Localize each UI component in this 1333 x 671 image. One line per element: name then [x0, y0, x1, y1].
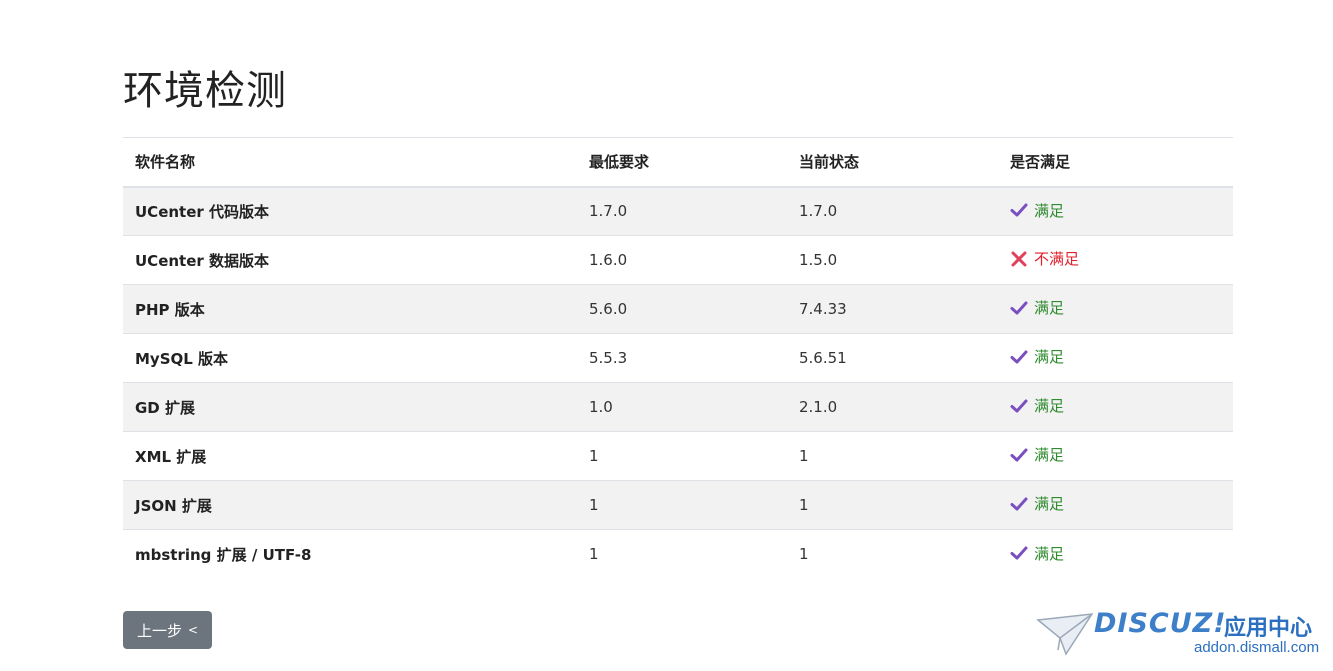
min-required: 5.5.3	[577, 333, 787, 383]
page-title: 环境检测	[123, 68, 287, 114]
current-status: 1	[787, 529, 998, 579]
software-name: MySQL 版本	[123, 333, 577, 383]
satisfied-cell: 满足	[998, 333, 1233, 383]
current-status: 1	[787, 431, 998, 481]
satisfied-cell: 满足	[998, 284, 1233, 334]
current-status: 5.6.51	[787, 333, 998, 383]
watermark-title: 应用中心	[1224, 616, 1313, 641]
header-min-required: 最低要求	[577, 137, 787, 188]
status-badge: 满足	[1010, 200, 1064, 221]
status-text: 满足	[1034, 544, 1065, 563]
header-satisfied: 是否满足	[998, 137, 1233, 188]
watermark-logo: DISCUZ!	[1094, 608, 1227, 639]
status-badge: 满足	[1010, 297, 1064, 318]
check-icon	[1010, 495, 1028, 513]
software-name: UCenter 数据版本	[123, 235, 577, 285]
status-badge: 满足	[1010, 493, 1064, 514]
table-row: UCenter 代码版本 1.7.0 1.7.0 满足	[123, 186, 1233, 236]
current-status: 1	[787, 480, 998, 530]
software-name: XML 扩展	[123, 431, 577, 481]
satisfied-cell: 满足	[998, 529, 1233, 579]
current-status: 1.7.0	[787, 186, 998, 236]
satisfied-cell: 满足	[998, 431, 1233, 481]
status-badge: 满足	[1010, 395, 1064, 416]
software-name: UCenter 代码版本	[123, 186, 577, 236]
satisfied-cell: 满足	[998, 186, 1233, 236]
watermark: DISCUZ! 应用中心 addon.dismall.com	[1036, 604, 1326, 664]
min-required: 1.7.0	[577, 186, 787, 236]
status-text: 满足	[1034, 201, 1065, 220]
software-name: GD 扩展	[123, 382, 577, 432]
satisfied-cell: 满足	[998, 382, 1233, 432]
watermark-url: addon.dismall.com	[1194, 639, 1320, 656]
check-icon	[1010, 397, 1028, 415]
current-status: 2.1.0	[787, 382, 998, 432]
status-text: 满足	[1034, 446, 1065, 465]
paper-plane-icon	[1036, 613, 1094, 656]
back-button[interactable]: 上一步 <	[123, 611, 212, 649]
status-badge: 不满足	[1010, 248, 1079, 269]
back-button-label: 上一步	[136, 621, 182, 640]
table-row: XML 扩展 1 1 满足	[123, 431, 1233, 481]
software-name: mbstring 扩展 / UTF-8	[123, 529, 577, 579]
satisfied-cell: 满足	[998, 480, 1233, 530]
status-text: 满足	[1034, 299, 1065, 318]
table-row: UCenter 数据版本 1.6.0 1.5.0 不满足	[123, 235, 1233, 285]
environment-check-table: 软件名称 最低要求 当前状态 是否满足 UCenter 代码版本 1.7.0 1.7…	[123, 137, 1233, 579]
check-icon	[1010, 446, 1028, 464]
table-row: GD 扩展 1.0 2.1.0 满足	[123, 382, 1233, 432]
software-name: PHP 版本	[123, 284, 577, 334]
check-icon	[1010, 299, 1028, 317]
current-status: 1.5.0	[787, 235, 998, 285]
check-icon	[1010, 544, 1028, 562]
status-badge: 满足	[1010, 543, 1064, 564]
table-row: JSON 扩展 1 1 满足	[123, 480, 1233, 530]
satisfied-cell: 不满足	[998, 235, 1233, 285]
min-required: 1	[577, 529, 787, 579]
min-required: 1	[577, 480, 787, 530]
software-name: JSON 扩展	[123, 480, 577, 530]
min-required: 5.6.0	[577, 284, 787, 334]
cross-icon	[1010, 250, 1028, 268]
min-required: 1.0	[577, 382, 787, 432]
header-current-status: 当前状态	[787, 137, 998, 188]
table-row: MySQL 版本 5.5.3 5.6.51 满足	[123, 333, 1233, 383]
table-row: PHP 版本 5.6.0 7.4.33 满足	[123, 284, 1233, 334]
table-row: mbstring 扩展 / UTF-8 1 1 满足	[123, 529, 1233, 579]
status-text: 不满足	[1034, 250, 1080, 269]
current-status: 7.4.33	[787, 284, 998, 334]
min-required: 1	[577, 431, 787, 481]
status-text: 满足	[1034, 397, 1065, 416]
status-text: 满足	[1034, 348, 1065, 367]
chevron-left-icon: <	[187, 623, 199, 637]
status-badge: 满足	[1010, 444, 1064, 465]
min-required: 1.6.0	[577, 235, 787, 285]
status-badge: 满足	[1010, 346, 1064, 367]
check-icon	[1010, 348, 1028, 366]
status-text: 满足	[1034, 495, 1065, 514]
table-header-row: 软件名称 最低要求 当前状态 是否满足	[123, 137, 1233, 188]
check-icon	[1010, 201, 1028, 219]
header-software-name: 软件名称	[123, 137, 577, 188]
